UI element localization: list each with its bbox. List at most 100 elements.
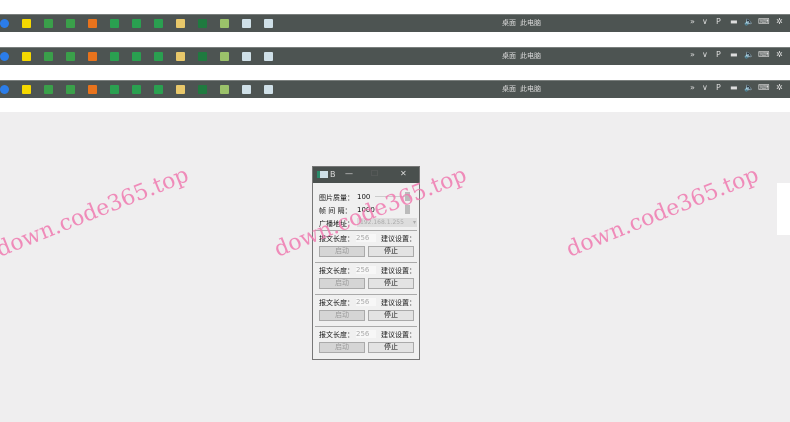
tray-icon[interactable]: ▬ — [730, 83, 738, 92]
tray-icon[interactable]: ∨ — [702, 83, 708, 92]
tray-icon[interactable]: ✲ — [776, 17, 783, 26]
taskbar-app-icon[interactable] — [242, 52, 251, 61]
taskbar-app-icon[interactable] — [132, 85, 141, 94]
taskbar-app-icon[interactable] — [220, 52, 229, 61]
taskbar: 桌面 此电脑 » ∨ P ▬ 🔈 ⌨ ✲ — [0, 80, 790, 98]
suggest-label: 建议设置： — [381, 299, 416, 307]
taskbar-app-icon[interactable] — [176, 52, 185, 61]
taskbar-app-icon[interactable] — [154, 85, 163, 94]
taskbar-app-icon[interactable] — [66, 52, 75, 61]
tray-icon[interactable]: » — [690, 83, 695, 92]
taskbar-app-icon[interactable] — [176, 85, 185, 94]
tray-icon[interactable]: ✲ — [776, 83, 783, 92]
length-input[interactable]: 256 — [356, 330, 376, 338]
this-pc-label[interactable]: 此电脑 — [520, 18, 541, 28]
tray-icon[interactable]: 🔈 — [744, 83, 754, 92]
start-button[interactable]: 启动 — [319, 246, 365, 257]
taskbar-app-icon[interactable] — [132, 52, 141, 61]
tray-icon[interactable]: P — [716, 17, 721, 26]
tray-icon[interactable]: » — [690, 17, 695, 26]
minimize-button[interactable]: — — [345, 169, 353, 178]
start-button[interactable]: 启动 — [319, 278, 365, 289]
taskbar-app-icon[interactable] — [242, 19, 251, 28]
close-button[interactable]: ✕ — [400, 169, 407, 178]
chevron-down-icon: ▾ — [412, 219, 416, 226]
taskbar-app-icon[interactable] — [242, 85, 251, 94]
taskbar-app-icon[interactable] — [264, 19, 273, 28]
taskbar-app-icon[interactable] — [66, 85, 75, 94]
quality-label: 图片质量： — [319, 194, 354, 202]
taskbar-app-icon[interactable] — [220, 19, 229, 28]
tray-icon[interactable]: 🔈 — [744, 50, 754, 59]
taskbar-app-icon[interactable] — [0, 85, 9, 94]
tray-icon[interactable]: ▬ — [730, 17, 738, 26]
taskbar-app-icon[interactable] — [88, 52, 97, 61]
tray-icon[interactable]: P — [716, 83, 721, 92]
taskbar-app-icon[interactable] — [88, 85, 97, 94]
side-panel — [777, 183, 790, 235]
stop-button[interactable]: 停止 — [368, 278, 414, 289]
tray-icon[interactable]: ✲ — [776, 50, 783, 59]
tray-icon[interactable]: ⌨ — [758, 17, 770, 26]
taskbar-app-icon[interactable] — [264, 52, 273, 61]
maximize-button[interactable]: ☐ — [371, 169, 378, 178]
desktop-label[interactable]: 桌面 — [502, 51, 516, 61]
stop-button[interactable]: 停止 — [368, 342, 414, 353]
length-input[interactable]: 256 — [356, 234, 376, 242]
taskbar-app-icon[interactable] — [154, 19, 163, 28]
tray-icon[interactable]: » — [690, 50, 695, 59]
taskbar-app-icon[interactable] — [0, 52, 9, 61]
tray-icon[interactable]: ⌨ — [758, 83, 770, 92]
taskbar-app-icon[interactable] — [66, 19, 75, 28]
taskbar-app-icon[interactable] — [176, 19, 185, 28]
sender-group: 报文长度： 256 建议设置： 启动 停止 — [315, 262, 417, 293]
sender-group: 报文长度： 256 建议设置： 启动 停止 — [315, 294, 417, 325]
tray-icon[interactable]: ▬ — [730, 50, 738, 59]
taskbar-app-icon[interactable] — [22, 19, 31, 28]
sender-group: 报文长度： 256 建议设置： 启动 停止 — [315, 326, 417, 357]
suggest-label: 建议设置： — [381, 267, 416, 275]
taskbar-app-icon[interactable] — [110, 52, 119, 61]
length-input[interactable]: 256 — [356, 266, 376, 274]
taskbar-app-icon[interactable] — [110, 19, 119, 28]
taskbar-app-icon[interactable] — [88, 19, 97, 28]
tray-icon[interactable]: P — [716, 50, 721, 59]
tray-icon[interactable]: ∨ — [702, 17, 708, 26]
length-label: 报文长度： — [319, 331, 354, 339]
desktop-label[interactable]: 桌面 — [502, 84, 516, 94]
suggest-label: 建议设置： — [381, 235, 416, 243]
taskbar-app-icon[interactable] — [198, 52, 207, 61]
stop-button[interactable]: 停止 — [368, 310, 414, 321]
start-button[interactable]: 启动 — [319, 310, 365, 321]
stop-button[interactable]: 停止 — [368, 246, 414, 257]
taskbar-app-icon[interactable] — [44, 52, 53, 61]
taskbar-app-icon[interactable] — [44, 85, 53, 94]
taskbar-app-icon[interactable] — [198, 19, 207, 28]
taskbar-app-icon[interactable] — [44, 19, 53, 28]
start-button[interactable]: 启动 — [319, 342, 365, 353]
suggest-label: 建议设置： — [381, 331, 416, 339]
window-title: B — [330, 170, 336, 179]
length-label: 报文长度： — [319, 299, 354, 307]
taskbar-app-icon[interactable] — [22, 85, 31, 94]
taskbar-app-icon[interactable] — [264, 85, 273, 94]
taskbar: 桌面 此电脑 » ∨ P ▬ 🔈 ⌨ ✲ — [0, 47, 790, 65]
app-icon — [317, 171, 328, 178]
taskbar: 桌面 此电脑 » ∨ P ▬ 🔈 ⌨ ✲ — [0, 14, 790, 32]
taskbar-app-icon[interactable] — [0, 19, 9, 28]
tray-icon[interactable]: 🔈 — [744, 17, 754, 26]
tray-icon[interactable]: ∨ — [702, 50, 708, 59]
desktop-label[interactable]: 桌面 — [502, 18, 516, 28]
length-label: 报文长度： — [319, 267, 354, 275]
taskbar-app-icon[interactable] — [132, 19, 141, 28]
tray-icon[interactable]: ⌨ — [758, 50, 770, 59]
taskbar-app-icon[interactable] — [22, 52, 31, 61]
taskbar-app-icon[interactable] — [198, 85, 207, 94]
taskbar-app-icon[interactable] — [220, 85, 229, 94]
this-pc-label[interactable]: 此电脑 — [520, 84, 541, 94]
length-input[interactable]: 256 — [356, 298, 376, 306]
taskbar-app-icon[interactable] — [154, 52, 163, 61]
taskbar-app-icon[interactable] — [110, 85, 119, 94]
title-bar[interactable]: B — ☐ ✕ — [313, 167, 419, 183]
this-pc-label[interactable]: 此电脑 — [520, 51, 541, 61]
